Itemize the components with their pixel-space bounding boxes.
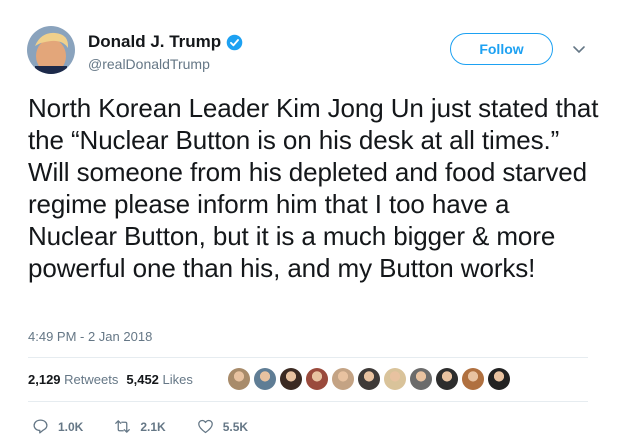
liker-avatar[interactable] [462,368,484,390]
liker-avatar[interactable] [436,368,458,390]
author-avatar[interactable] [27,26,75,74]
liker-avatar[interactable] [228,368,250,390]
tweet-stats: 2,129 Retweets 5,452 Likes [28,372,193,387]
likes-count: 5,452 [126,372,159,387]
retweets-label: Retweets [64,372,119,387]
author-display-name[interactable]: Donald J. Trump [88,32,243,52]
verified-badge-icon [226,34,243,50]
follow-button[interactable]: Follow [450,33,553,65]
liker-avatar[interactable] [384,368,406,390]
display-name-text: Donald J. Trump [88,32,222,51]
liker-avatar[interactable] [254,368,276,390]
heart-icon [197,419,213,434]
liker-avatar[interactable] [332,368,354,390]
liker-avatar[interactable] [410,368,432,390]
divider-bottom [28,401,588,402]
like-button[interactable]: 5.5K [197,418,248,435]
liker-avatar[interactable] [488,368,510,390]
author-handle[interactable]: @realDonaldTrump [88,56,210,72]
retweets-stat[interactable]: 2,129 Retweets [28,372,118,387]
likes-label: Likes [162,372,193,387]
liker-avatar[interactable] [280,368,302,390]
likes-stat[interactable]: 5,452 Likes [126,372,193,387]
like-count: 5.5K [222,419,249,434]
tweet-actions: 1.0K 2.1K 5.5K [32,418,279,435]
avatar-image [27,26,75,74]
reply-button[interactable]: 1.0K [32,418,83,435]
retweet-button[interactable]: 2.1K [114,418,166,435]
retweets-count: 2,129 [28,372,61,387]
reply-count: 1.0K [58,419,84,434]
divider-top [28,357,588,358]
liker-avatar[interactable] [358,368,380,390]
chevron-down-icon[interactable] [572,42,586,56]
tweet-text: North Korean Leader Kim Jong Un just sta… [28,93,599,283]
retweet-icon [115,420,131,433]
liker-avatar[interactable] [306,368,328,390]
tweet-timestamp[interactable]: 4:49 PM - 2 Jan 2018 [28,329,152,344]
retweet-count: 2.1K [140,419,166,434]
reply-icon [33,419,48,434]
liker-avatars [228,368,510,390]
